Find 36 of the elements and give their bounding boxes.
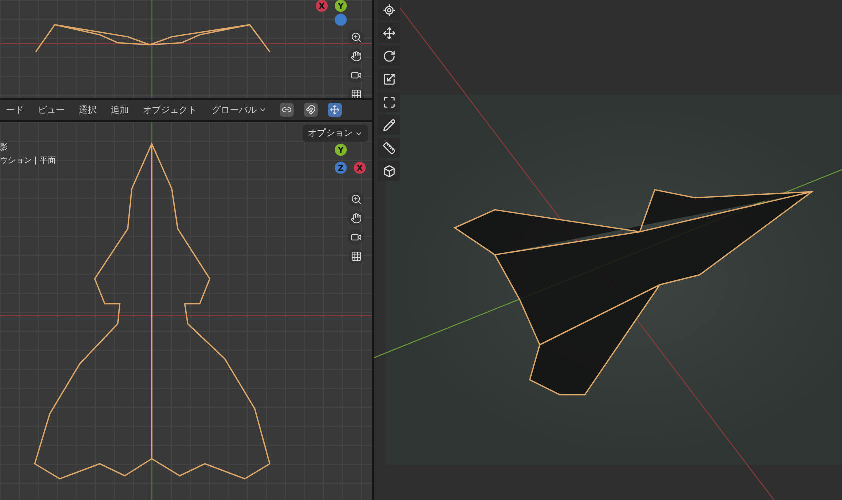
grid-icon[interactable] xyxy=(348,249,364,264)
axis-gizmo-dot[interactable]: Z xyxy=(335,162,347,174)
gizmo-toggle-icon[interactable] xyxy=(328,103,342,117)
axis-gizmo-dot[interactable] xyxy=(335,14,347,26)
zoom-icon[interactable] xyxy=(348,192,364,207)
options-dropdown[interactable]: オプション xyxy=(303,125,368,142)
scale-icon[interactable] xyxy=(378,69,400,89)
viewport-info-text: ウション | 平面 xyxy=(0,155,56,166)
axis-gizmo-dot[interactable]: Y xyxy=(335,0,347,12)
ruler-icon[interactable] xyxy=(378,138,400,158)
menu-item[interactable]: ード xyxy=(4,102,26,118)
top-viewport[interactable]: X Y xyxy=(0,0,372,98)
magnet-icon[interactable] xyxy=(304,103,318,117)
hand-icon[interactable] xyxy=(348,211,364,226)
rotate-icon[interactable] xyxy=(378,46,400,66)
axis-gizmo-dot[interactable]: Y xyxy=(335,144,347,156)
transform-icon[interactable] xyxy=(378,92,400,112)
orientation-dropdown[interactable]: グローバル xyxy=(209,102,270,118)
menu-item[interactable]: ビュー xyxy=(36,102,67,118)
axis-gizmo-dot[interactable]: X xyxy=(354,162,366,174)
menu-item[interactable]: 選択 xyxy=(77,102,99,118)
move-icon[interactable] xyxy=(378,23,400,43)
camera-icon[interactable] xyxy=(348,68,364,83)
viewport-info-text: 影 xyxy=(0,142,9,153)
cube-icon[interactable] xyxy=(378,161,400,181)
menu-item[interactable]: オブジェクト xyxy=(141,102,199,118)
zoom-icon[interactable] xyxy=(348,30,364,45)
front-viewport[interactable]: オプション 影 ウション | 平面 Y Z X xyxy=(0,122,372,500)
menu-item[interactable]: 追加 xyxy=(109,102,131,118)
cursor-icon[interactable] xyxy=(378,0,400,20)
camera-icon[interactable] xyxy=(348,230,364,245)
hand-icon[interactable] xyxy=(348,49,364,64)
axis-gizmo-dot[interactable]: X xyxy=(316,0,328,12)
pencil-icon[interactable] xyxy=(378,115,400,135)
chevron-down-icon xyxy=(259,106,267,114)
link-icon[interactable] xyxy=(280,103,294,117)
